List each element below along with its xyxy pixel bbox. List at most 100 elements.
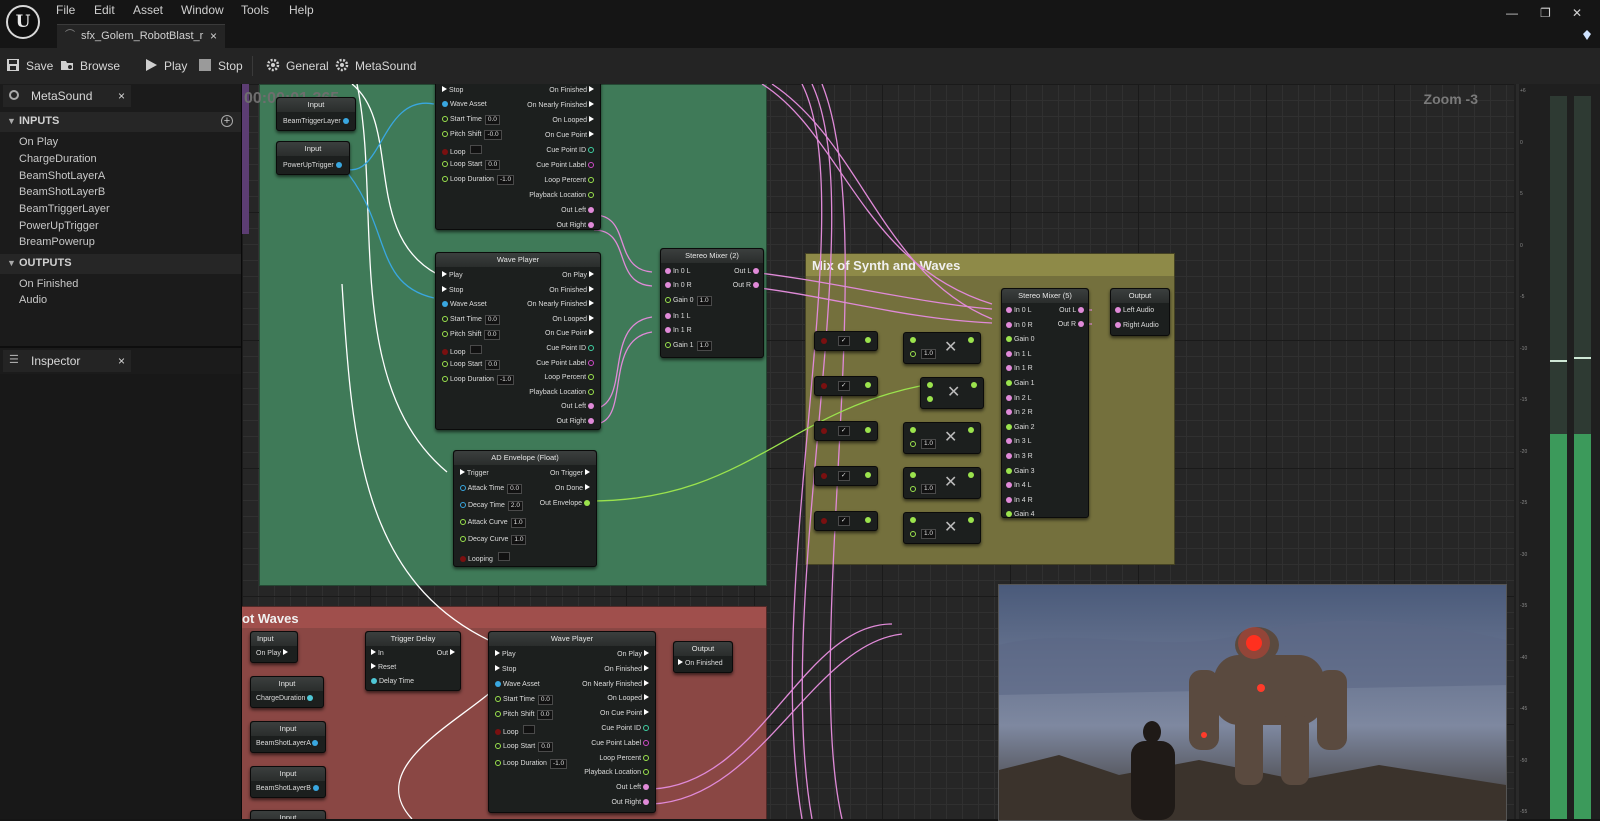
wave-player-node-bottom[interactable]: Wave Player Play Stop Wave Asset Start T… — [488, 631, 656, 813]
output-pin[interactable]: Cue Point ID — [527, 146, 594, 161]
menu-file[interactable]: File — [56, 3, 75, 17]
input-node-beamshota[interactable]: Input BeamShotLayerA — [250, 721, 326, 753]
output-pin[interactable]: Playback Location — [582, 768, 649, 783]
ad-envelope-node[interactable]: AD Envelope (Float) Trigger Attack Time 0… — [453, 450, 597, 567]
stereo-mixer-2-node[interactable]: Stereo Mixer (2) In 0 L In 0 R Gain 0 1.0… — [660, 248, 764, 358]
input-pin[interactable]: Reset — [371, 663, 396, 672]
output-pin[interactable]: Loop Percent — [527, 373, 594, 388]
output-pin[interactable]: Out L — [1059, 306, 1084, 315]
looping-checkbox[interactable] — [497, 552, 510, 561]
loop-checkbox[interactable] — [523, 725, 536, 734]
input-item[interactable]: ChargeDuration — [19, 153, 97, 165]
checkbox[interactable]: ✓ — [838, 381, 850, 391]
pin-value[interactable]: -1.0 — [496, 175, 515, 185]
input-item[interactable]: BeamShotLayerB — [19, 186, 105, 198]
tab-inspector[interactable]: ☰ Inspector × — [3, 350, 131, 372]
input-pin[interactable]: Gain 4 — [1006, 510, 1035, 525]
output-pin[interactable]: Loop Percent — [527, 176, 594, 191]
input-node-onplay[interactable]: Input On Play — [250, 631, 298, 663]
marketplace-icon[interactable] — [1581, 28, 1593, 40]
input-pin[interactable]: In 0 L — [665, 267, 690, 276]
pin-value[interactable]: 1.0 — [696, 341, 712, 351]
input-pin[interactable]: Looping — [460, 552, 510, 564]
input-item[interactable]: PowerUpTrigger — [19, 220, 99, 232]
output-pin[interactable]: BeamTriggerLayer — [283, 117, 349, 126]
input-pin[interactable]: Start Time 0.0 — [495, 695, 553, 705]
constant-node[interactable]: ✓ — [814, 376, 878, 396]
add-input-icon[interactable]: + — [221, 115, 233, 127]
pin-value[interactable]: -1.0 — [496, 375, 515, 385]
output-pin[interactable]: Out L — [734, 267, 759, 276]
output-pin[interactable]: Cue Point Label — [527, 359, 594, 374]
output-pin[interactable]: BeamShotLayerB — [256, 784, 319, 793]
output-pin[interactable]: On Play — [256, 649, 288, 658]
output-pin[interactable]: Out Right — [582, 798, 649, 813]
input-pin[interactable]: In 0 R — [1006, 321, 1035, 336]
output-pin[interactable]: Out Left — [527, 206, 594, 221]
input-pin[interactable]: Gain 0 1.0 — [665, 296, 712, 306]
input-pin[interactable]: In 0 R — [665, 281, 692, 290]
input-pin[interactable]: In 2 L — [1006, 394, 1035, 409]
output-pin[interactable]: Playback Location — [527, 191, 594, 206]
input-pin[interactable]: In 1 L — [1006, 350, 1035, 365]
input-pin[interactable]: In 4 R — [1006, 496, 1035, 511]
input-pin[interactable]: Start Time 0.0 — [442, 315, 500, 325]
pin-value[interactable]: 1.0 — [921, 349, 937, 359]
input-pin[interactable]: Delay Time — [371, 677, 414, 686]
input-pin[interactable]: On Finished — [678, 659, 723, 668]
wave-player-node-top[interactable]: Stop Wave Asset Start Time 0.0 Pitch Shif… — [435, 84, 601, 230]
constant-node[interactable]: ✓ — [814, 466, 878, 486]
pin-value[interactable]: 0.0 — [537, 695, 553, 705]
multiply-node[interactable]: 1.0 ✕ — [903, 467, 981, 499]
stop-button[interactable]: Stop — [198, 58, 243, 73]
pin-value[interactable]: 2.0 — [507, 501, 523, 511]
output-item[interactable]: Audio — [19, 294, 47, 306]
input-pin[interactable]: Wave Asset — [495, 680, 540, 689]
input-pin[interactable]: Loop — [442, 145, 483, 157]
output-pin[interactable]: Cue Point ID — [527, 344, 594, 359]
input-pin[interactable]: Decay Time 2.0 — [460, 501, 523, 511]
input-pin[interactable]: Gain 3 — [1006, 467, 1035, 482]
constant-node[interactable]: ✓ — [814, 511, 878, 531]
panel-splitter[interactable] — [0, 346, 241, 348]
pin-value[interactable]: 0.0 — [484, 115, 500, 125]
output-pin[interactable]: On Nearly Finished — [527, 101, 594, 116]
input-pin[interactable]: Loop Start 0.0 — [442, 160, 501, 170]
input-pin[interactable]: Loop Start 0.0 — [495, 742, 554, 752]
minimize-icon[interactable]: — — [1506, 6, 1518, 20]
wave-player-node[interactable]: Wave Player Play Stop Wave Asset Start T… — [435, 252, 601, 430]
output-pin[interactable]: Cue Point ID — [582, 724, 649, 739]
browse-button[interactable]: Browse — [60, 58, 120, 73]
input-pin[interactable]: Decay Curve 1.0 — [460, 535, 527, 545]
pin-value[interactable]: 0.0 — [537, 710, 553, 720]
close-icon[interactable]: × — [118, 89, 125, 103]
save-button[interactable]: Save — [6, 58, 53, 73]
output-pin[interactable]: On Cue Point — [527, 131, 594, 146]
pin-value[interactable]: 1.0 — [921, 484, 937, 494]
output-pin[interactable]: Out — [437, 649, 455, 658]
output-pin[interactable]: Out R — [1058, 320, 1084, 329]
close-icon[interactable]: × — [118, 354, 125, 368]
output-pin[interactable]: On Looped — [582, 694, 649, 709]
menu-tools[interactable]: Tools — [241, 3, 269, 17]
input-node-chargeduration[interactable]: Input ChargeDuration — [250, 676, 324, 708]
pin-value[interactable]: 0.0 — [484, 315, 500, 325]
input-pin[interactable]: Stop — [442, 86, 463, 95]
inputs-section-header[interactable]: ▼ INPUTS + — [0, 112, 241, 132]
input-node-beamshotb[interactable]: Input BeamShotLayerB — [250, 766, 326, 798]
pin-value[interactable]: -0.0 — [484, 130, 502, 140]
multiply-node[interactable]: 1.0 ✕ — [903, 332, 981, 364]
input-item[interactable]: BeamShotLayerA — [19, 170, 105, 182]
output-pin[interactable]: On Looped — [527, 116, 594, 131]
input-pin[interactable]: Pitch Shift 0.0 — [442, 330, 500, 340]
output-pin[interactable]: Out R — [733, 281, 759, 290]
input-pin[interactable]: Pitch Shift 0.0 — [495, 710, 553, 720]
pin-value[interactable]: 1.0 — [921, 439, 937, 449]
asset-tab[interactable]: ⌒ sfx_Golem_RobotBlast_r × — [57, 24, 225, 49]
output-pin[interactable]: ChargeDuration — [256, 694, 314, 703]
input-pin[interactable]: Attack Curve 1.0 — [460, 518, 526, 528]
input-pin[interactable]: Gain 0 — [1006, 335, 1035, 350]
menu-asset[interactable]: Asset — [133, 3, 163, 17]
input-pin[interactable]: In 3 R — [1006, 452, 1035, 467]
close-window-icon[interactable]: ✕ — [1572, 6, 1582, 20]
